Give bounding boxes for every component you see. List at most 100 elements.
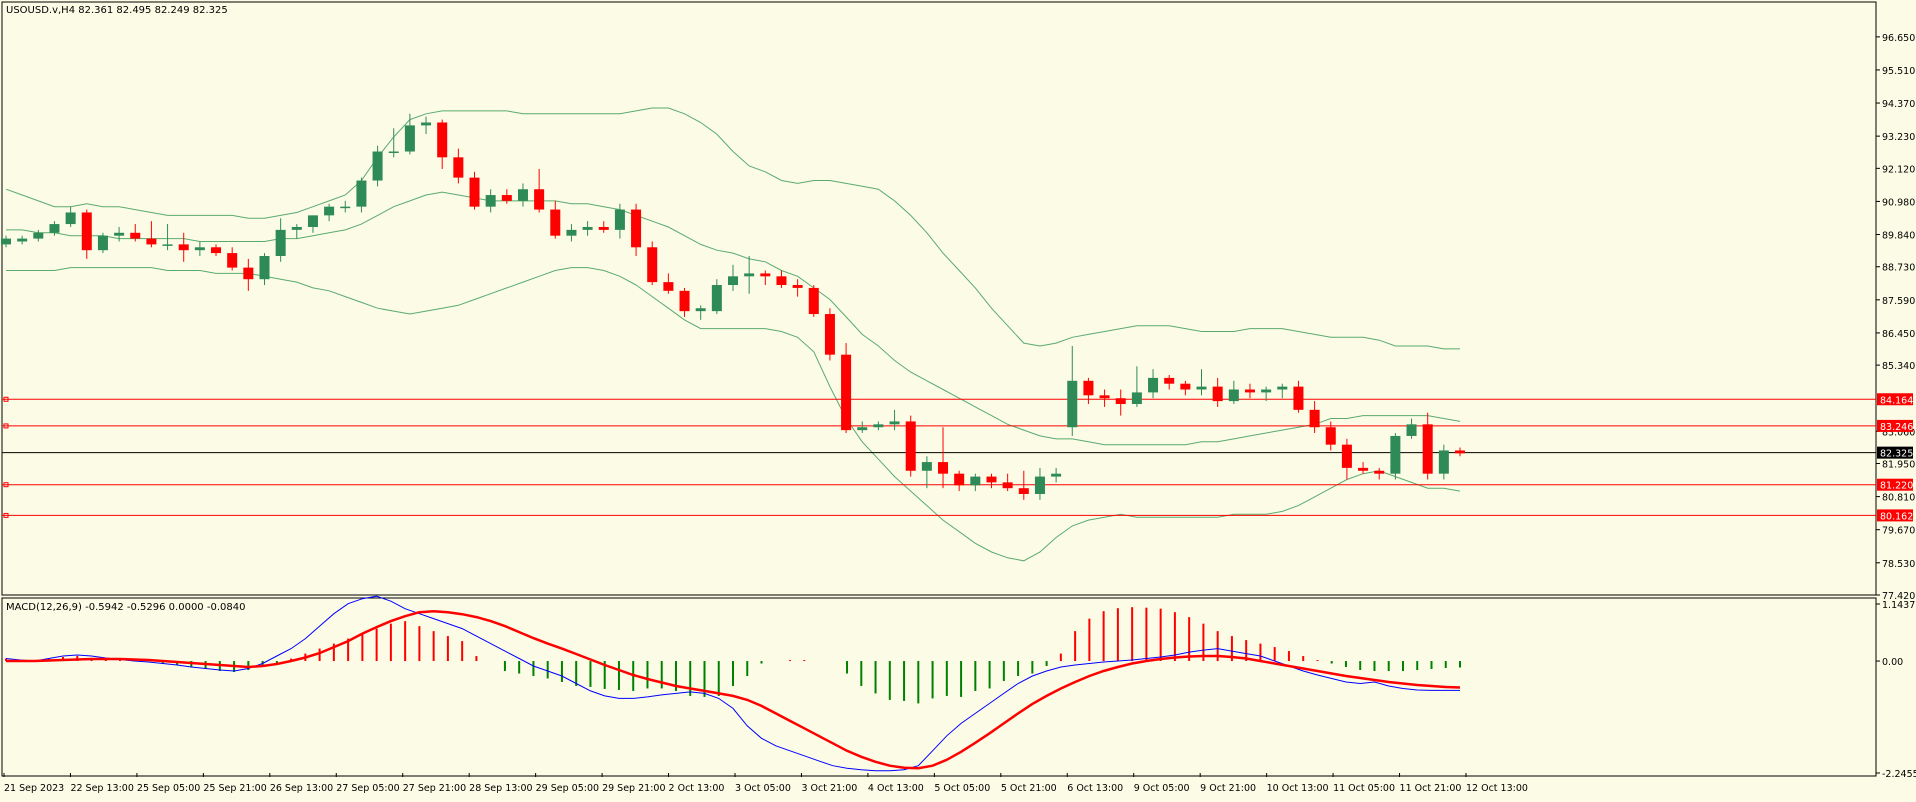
candle-body (857, 427, 868, 431)
candle-body (340, 206, 351, 209)
candle-body (453, 157, 464, 178)
candle-body (566, 229, 577, 236)
candle-body (1422, 424, 1433, 474)
candle-body (744, 273, 755, 277)
candle-body (388, 151, 399, 154)
candle-body (227, 253, 238, 268)
candle-body (275, 229, 286, 256)
current-price-label: 82.325 (1880, 449, 1913, 460)
candle-body (307, 215, 318, 227)
candle-body (1277, 386, 1288, 390)
candle-body (421, 122, 432, 126)
time-tick-label: 5 Oct 05:00 (934, 783, 990, 794)
candle-body (631, 209, 642, 248)
candle-body (97, 235, 108, 251)
time-tick-label: 9 Oct 21:00 (1200, 783, 1256, 794)
time-tick-label: 21 Sep 2023 (4, 783, 64, 794)
price-tick-label: 93.230 (1882, 132, 1915, 143)
candle-body (1051, 473, 1062, 477)
candle-body (550, 209, 561, 236)
candle-body (1390, 435, 1401, 474)
level-label: 80.162 (1880, 511, 1913, 522)
candle-body (614, 209, 625, 230)
candle-body (986, 476, 997, 483)
candle-body (49, 224, 60, 233)
candle-body (534, 189, 545, 210)
candle-body (1374, 470, 1385, 474)
time-tick-label: 29 Sep 21:00 (602, 783, 665, 794)
candle-body (1406, 424, 1417, 436)
time-tick-label: 6 Oct 13:00 (1067, 783, 1123, 794)
candle-body (760, 273, 771, 277)
candle-body (162, 244, 173, 246)
candle-body (1196, 386, 1207, 390)
candle-body (905, 421, 916, 471)
candle-body (663, 282, 674, 291)
candle-body (1341, 444, 1352, 468)
candle-body (1244, 389, 1255, 393)
candle-body (808, 287, 819, 315)
candle-body (598, 226, 609, 230)
candle-body (0, 238, 12, 245)
time-tick-label: 10 Oct 13:00 (1267, 783, 1329, 794)
level-label: 84.164 (1880, 395, 1913, 406)
candle-body (1180, 383, 1191, 390)
candle-body (291, 226, 302, 230)
candle-body (1438, 450, 1449, 474)
candle-body (1034, 476, 1045, 494)
price-tick-label: 96.650 (1882, 33, 1915, 44)
chart-svg[interactable]: USOUSD.v,H4 82.361 82.495 82.249 82.325 … (0, 0, 1916, 798)
candle-body (1309, 409, 1320, 428)
candle-body (1261, 389, 1272, 393)
time-tick-label: 22 Sep 13:00 (70, 783, 133, 794)
macd-header: MACD(12,26,9) -0.5942 -0.5296 0.0000 -0.… (6, 602, 245, 613)
candle-body (324, 206, 335, 216)
candle-body (33, 232, 44, 239)
time-tick-label: 11 Oct 05:00 (1333, 783, 1395, 794)
macd-tick-label: 0.00 (1882, 657, 1903, 668)
time-tick-label: 3 Oct 21:00 (801, 783, 857, 794)
level-label: 83.246 (1880, 422, 1913, 433)
trading-chart[interactable]: USOUSD.v,H4 82.361 82.495 82.249 82.325 … (0, 0, 1916, 798)
candle-body (178, 244, 189, 251)
candle-body (1002, 482, 1013, 489)
candle-body (1115, 398, 1126, 405)
price-tick-label: 78.530 (1882, 559, 1915, 570)
price-tick-label: 90.980 (1882, 197, 1915, 208)
candle-body (1454, 450, 1466, 454)
macd-tick-label: -2.2455 (1882, 769, 1916, 780)
candle-body (727, 276, 739, 286)
candle-body (372, 151, 383, 181)
time-tick-label: 9 Oct 05:00 (1134, 783, 1190, 794)
candle-body (582, 226, 593, 230)
candle-body (679, 290, 690, 312)
candle-body (1212, 386, 1223, 402)
candle-body (437, 122, 448, 158)
time-tick-label: 5 Oct 21:00 (1001, 783, 1057, 794)
price-tick-label: 92.120 (1882, 164, 1915, 175)
price-tick-label: 81.950 (1882, 460, 1915, 471)
candle-body (824, 314, 835, 355)
candle-body (17, 238, 28, 242)
candle-body (211, 247, 222, 254)
time-tick-label: 11 Oct 21:00 (1400, 783, 1462, 794)
candle-body (114, 232, 125, 236)
candle-body (1164, 377, 1175, 384)
candle-body (243, 267, 254, 280)
candle-body (970, 476, 981, 486)
candle-body (81, 212, 92, 251)
candle-body (954, 473, 965, 486)
candle-body (194, 247, 205, 251)
price-tick-label: 87.590 (1882, 296, 1915, 307)
candle-body (1131, 392, 1142, 405)
candle-body (1067, 380, 1078, 428)
time-tick-label: 2 Oct 13:00 (669, 783, 725, 794)
candle-body (1099, 395, 1110, 399)
time-tick-label: 25 Sep 21:00 (203, 783, 266, 794)
time-tick-label: 12 Oct 13:00 (1466, 783, 1528, 794)
candle-body (938, 462, 949, 474)
time-tick-label: 27 Sep 21:00 (403, 783, 466, 794)
candle-body (1228, 389, 1239, 402)
symbol-header: USOUSD.v,H4 82.361 82.495 82.249 82.325 (6, 5, 228, 16)
candle-body (841, 354, 852, 431)
